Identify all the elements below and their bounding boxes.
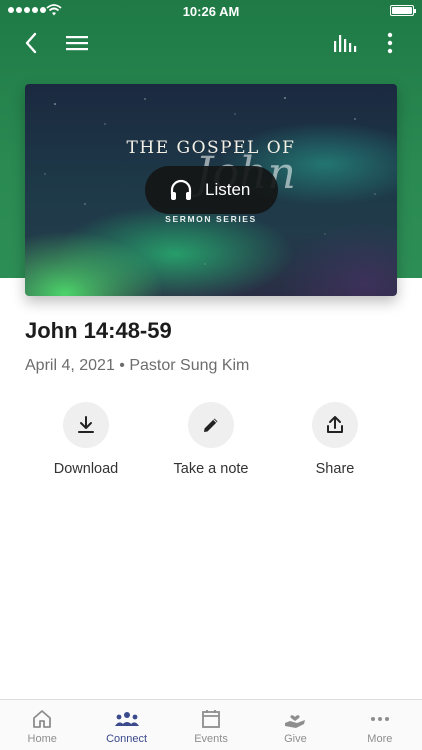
download-button[interactable]: Download xyxy=(31,402,141,477)
tab-more[interactable]: More xyxy=(338,700,422,750)
giving-hand-icon xyxy=(285,715,306,728)
share-label: Share xyxy=(315,461,355,477)
tab-connect[interactable]: Connect xyxy=(84,700,168,750)
people-icon xyxy=(114,712,139,726)
tab-bar: Home Connect Events Give More xyxy=(0,699,422,750)
download-icon-circle xyxy=(63,402,109,448)
share-button[interactable]: Share xyxy=(280,402,390,477)
tab-home[interactable]: Home xyxy=(0,700,84,750)
sermon-artwork: John THE GOSPEL OF SERMON SERIES Listen xyxy=(25,84,397,296)
take-note-label: Take a note xyxy=(173,461,249,477)
menu-button[interactable] xyxy=(62,28,92,58)
battery-icon xyxy=(390,5,416,16)
tab-events[interactable]: Events xyxy=(169,700,253,750)
status-bar: 10:26 AM xyxy=(0,0,422,22)
hamburger-icon xyxy=(66,36,88,51)
vertical-dots-icon xyxy=(387,32,393,54)
sermon-title: John 14:48-59 xyxy=(25,318,172,343)
tab-give[interactable]: Give xyxy=(253,700,337,750)
download-label: Download xyxy=(53,461,119,477)
more-dots-icon xyxy=(370,717,389,721)
tab-more-label: More xyxy=(367,733,393,745)
take-note-button[interactable]: Take a note xyxy=(156,402,266,477)
download-icon xyxy=(78,416,94,433)
calendar-icon xyxy=(202,710,220,728)
status-time: 10:26 AM xyxy=(182,4,240,19)
audio-button[interactable] xyxy=(330,28,360,58)
home-icon xyxy=(33,710,52,728)
hero-title: THE GOSPEL OF xyxy=(126,138,296,158)
chevron-left-icon xyxy=(25,32,37,54)
pencil-icon xyxy=(204,418,218,432)
sermon-meta: April 4, 2021 • Pastor Sung Kim xyxy=(25,357,250,374)
hero-subtitle: SERMON SERIES xyxy=(165,214,257,224)
share-icon xyxy=(327,416,343,433)
listen-label: Listen xyxy=(205,180,251,199)
tab-home-label: Home xyxy=(27,733,57,745)
more-options-button[interactable] xyxy=(375,28,405,58)
tab-events-label: Events xyxy=(194,733,228,745)
back-button[interactable] xyxy=(16,28,46,58)
tab-give-label: Give xyxy=(284,733,307,745)
tab-connect-label: Connect xyxy=(106,733,148,745)
headphones-icon xyxy=(170,179,192,200)
pencil-icon-circle xyxy=(188,402,234,448)
share-icon-circle xyxy=(312,402,358,448)
audio-bars-icon xyxy=(334,35,357,52)
listen-button[interactable]: Listen xyxy=(145,166,278,214)
